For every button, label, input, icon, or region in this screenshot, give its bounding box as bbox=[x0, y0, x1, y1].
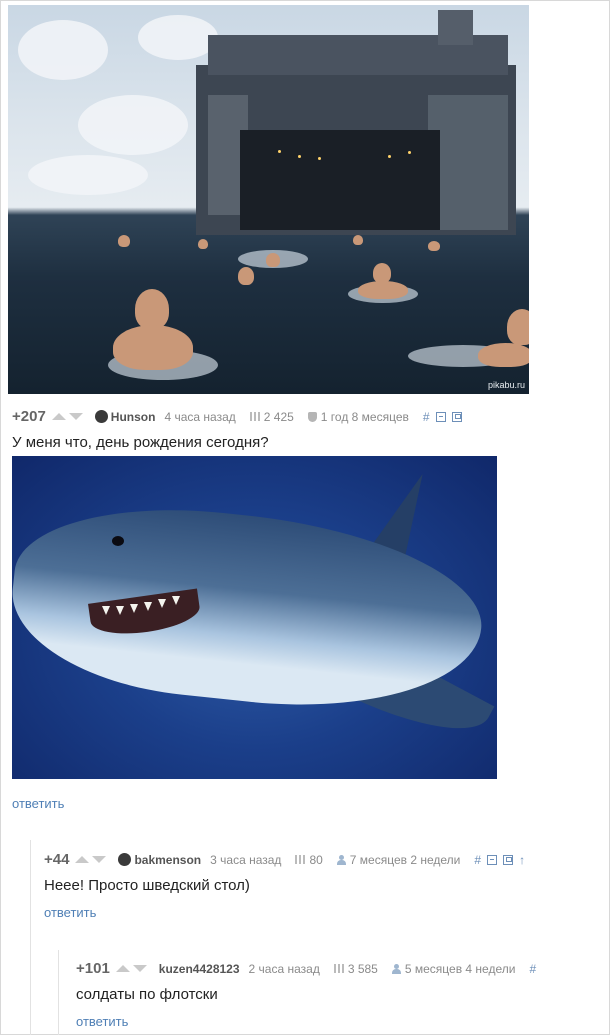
bar-chart-icon bbox=[333, 964, 344, 973]
comment-meta: +207 Hunson 4 часа назад 2 425 1 год 8 м… bbox=[12, 408, 468, 425]
parent-comment-arrow-icon[interactable]: ↑ bbox=[519, 853, 525, 867]
bar-chart-icon bbox=[295, 855, 306, 864]
shark-tooth bbox=[172, 596, 180, 605]
account-age: 7 месяцев 2 недели bbox=[336, 852, 461, 867]
comment-views: 3 585 bbox=[333, 961, 378, 976]
comment-text: У меня что, день рождения сегодня? bbox=[12, 434, 269, 451]
cloud bbox=[28, 155, 148, 195]
avatar-icon bbox=[94, 410, 108, 423]
post-image-ship[interactable]: pikabu.ru bbox=[8, 5, 529, 394]
cloud bbox=[78, 95, 188, 155]
comment-tools: # bbox=[529, 962, 542, 976]
username[interactable]: bakmenson bbox=[134, 853, 201, 867]
shark-tooth bbox=[144, 602, 152, 611]
shark-tooth bbox=[158, 599, 166, 608]
comment-time[interactable]: 4 часа назад bbox=[164, 410, 235, 424]
account-age-text: 1 год 8 месяцев bbox=[320, 409, 409, 424]
comment-image-shark[interactable] bbox=[12, 456, 497, 779]
bay-light bbox=[278, 150, 281, 153]
shark-eye bbox=[112, 536, 124, 546]
avatar-icon bbox=[118, 853, 132, 866]
downvote-icon[interactable] bbox=[68, 413, 83, 420]
comment-rating: +207 bbox=[12, 408, 46, 425]
downvote-icon[interactable] bbox=[132, 965, 147, 972]
swimmer bbox=[135, 289, 169, 329]
swimmer bbox=[428, 241, 440, 251]
account-age-text: 5 месяцев 4 недели bbox=[404, 961, 516, 976]
swimmer bbox=[507, 309, 529, 345]
swimmer bbox=[358, 281, 408, 299]
comment-meta: +101 kuzen4428123 2 часа назад 3 585 5 м… bbox=[76, 960, 542, 977]
person-icon bbox=[336, 854, 346, 865]
swimmer bbox=[198, 239, 208, 249]
account-age-text: 7 месяцев 2 недели bbox=[349, 852, 461, 867]
comment-text: солдаты по флотски bbox=[76, 986, 218, 1003]
account-age: 5 месяцев 4 недели bbox=[391, 961, 516, 976]
swimmer bbox=[238, 267, 254, 285]
bay-light bbox=[408, 151, 411, 154]
permalink-link[interactable]: # bbox=[529, 962, 536, 976]
swimmer bbox=[266, 253, 280, 267]
comment-tools: # ↑ bbox=[474, 853, 531, 867]
comment-rating: +44 bbox=[44, 851, 70, 868]
ship-side bbox=[428, 95, 508, 230]
downvote-icon[interactable] bbox=[92, 856, 107, 863]
comment-author[interactable]: bakmenson bbox=[118, 853, 201, 867]
upvote-icon[interactable] bbox=[75, 856, 90, 863]
swimmer bbox=[113, 325, 193, 370]
bay-light bbox=[318, 157, 321, 160]
ship-bay bbox=[240, 130, 440, 230]
bay-light bbox=[388, 155, 391, 158]
comment-text: Неее! Просто шведский стол) bbox=[44, 877, 250, 894]
reply-link[interactable]: ответить bbox=[76, 1014, 128, 1029]
bar-chart-icon bbox=[249, 412, 260, 421]
permalink-link[interactable]: # bbox=[423, 410, 430, 424]
swimmer bbox=[478, 343, 529, 367]
account-age: 1 год 8 месяцев bbox=[307, 409, 409, 424]
ship-tower bbox=[438, 10, 473, 45]
swimmer bbox=[353, 235, 363, 245]
comment-views: 2 425 bbox=[249, 409, 294, 424]
shark-tooth bbox=[116, 606, 124, 615]
swimmer bbox=[373, 263, 391, 283]
views-count: 3 585 bbox=[347, 961, 378, 976]
collapse-icon[interactable] bbox=[435, 411, 446, 422]
views-count: 2 425 bbox=[263, 409, 294, 424]
bay-light bbox=[298, 155, 301, 158]
views-count: 80 bbox=[309, 852, 323, 867]
collapse-icon[interactable] bbox=[487, 854, 498, 865]
comment-author[interactable]: kuzen4428123 bbox=[159, 962, 240, 976]
save-icon[interactable] bbox=[451, 411, 462, 422]
comment-time[interactable]: 2 часа назад bbox=[249, 962, 320, 976]
person-icon bbox=[391, 963, 401, 974]
save-icon[interactable] bbox=[503, 854, 514, 865]
username[interactable]: kuzen4428123 bbox=[159, 962, 240, 976]
comment-views: 80 bbox=[295, 852, 323, 867]
username[interactable]: Hunson bbox=[111, 410, 156, 424]
comment-meta: +44 bakmenson 3 часа назад 80 7 месяцев … bbox=[44, 851, 531, 868]
comment-time[interactable]: 3 часа назад bbox=[210, 853, 281, 867]
shark-tooth bbox=[130, 604, 138, 613]
shield-icon bbox=[307, 411, 317, 422]
comment-author[interactable]: Hunson bbox=[94, 410, 156, 424]
reply-link[interactable]: ответить bbox=[12, 796, 64, 811]
reply-link[interactable]: ответить bbox=[44, 905, 96, 920]
image-watermark: pikabu.ru bbox=[487, 380, 525, 390]
cloud bbox=[138, 15, 218, 60]
cloud bbox=[18, 20, 108, 80]
swimmer bbox=[118, 235, 130, 247]
thread-indent-line bbox=[58, 950, 59, 1035]
shark-tooth bbox=[102, 606, 110, 615]
comment-tools: # bbox=[423, 410, 468, 424]
thread-indent-line bbox=[30, 840, 31, 1035]
upvote-icon[interactable] bbox=[115, 965, 130, 972]
comment-rating: +101 bbox=[76, 960, 110, 977]
permalink-link[interactable]: # bbox=[474, 853, 481, 867]
upvote-icon[interactable] bbox=[51, 413, 66, 420]
